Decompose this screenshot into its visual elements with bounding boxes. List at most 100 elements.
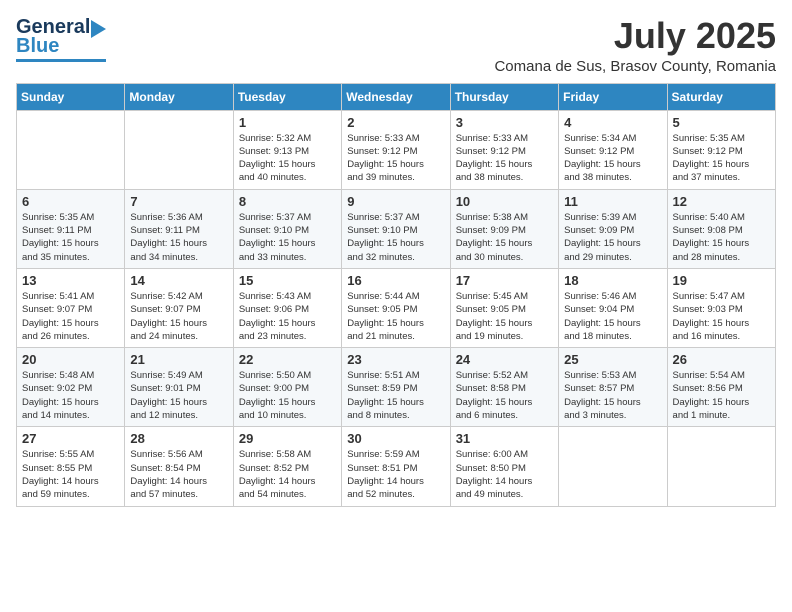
day-info: Sunrise: 5:33 AM Sunset: 9:12 PM Dayligh…	[456, 132, 553, 185]
location: Comana de Sus, Brasov County, Romania	[494, 58, 776, 75]
day-info: Sunrise: 5:49 AM Sunset: 9:01 PM Dayligh…	[130, 369, 227, 422]
day-info: Sunrise: 6:00 AM Sunset: 8:50 PM Dayligh…	[456, 448, 553, 501]
day-info: Sunrise: 5:43 AM Sunset: 9:06 PM Dayligh…	[239, 290, 336, 343]
calendar-cell: 4Sunrise: 5:34 AM Sunset: 9:12 PM Daylig…	[559, 110, 667, 189]
day-info: Sunrise: 5:41 AM Sunset: 9:07 PM Dayligh…	[22, 290, 119, 343]
day-number: 30	[347, 431, 444, 446]
calendar-cell: 29Sunrise: 5:58 AM Sunset: 8:52 PM Dayli…	[233, 427, 341, 506]
day-info: Sunrise: 5:38 AM Sunset: 9:09 PM Dayligh…	[456, 211, 553, 264]
day-number: 5	[673, 115, 770, 130]
logo: General Blue	[16, 16, 106, 62]
calendar-cell: 26 Sunrise: 5:54 AM Sunset: 8:56 PM Dayli…	[667, 348, 775, 427]
calendar-cell: 30 Sunrise: 5:59 AM Sunset: 8:51 PM Dayli…	[342, 427, 450, 506]
day-info: Sunrise: 5:53 AM Sunset: 8:57 PM Dayligh…	[564, 369, 661, 422]
day-number: 12	[673, 194, 770, 209]
day-info: Sunrise: 5:37 AM Sunset: 9:10 PM Dayligh…	[347, 211, 444, 264]
calendar-cell: 24 Sunrise: 5:52 AM Sunset: 8:58 PM Dayli…	[450, 348, 558, 427]
day-info: Sunrise: 5:56 AM Sunset: 8:54 PM Dayligh…	[130, 448, 227, 501]
day-info: Sunrise: 5:51 AM Sunset: 8:59 PM Dayligh…	[347, 369, 444, 422]
calendar-cell: 12 Sunrise: 5:40 AM Sunset: 9:08 PM Dayli…	[667, 189, 775, 268]
day-number: 1	[239, 115, 336, 130]
week-row-1: 1 Sunrise: 5:32 AM Sunset: 9:13 PM Daylig…	[17, 110, 776, 189]
logo-blue: Blue	[16, 35, 59, 58]
day-info: Sunrise: 5:59 AM Sunset: 8:51 PM Dayligh…	[347, 448, 444, 501]
week-row-4: 20Sunrise: 5:48 AM Sunset: 9:02 PM Dayli…	[17, 348, 776, 427]
day-number: 26	[673, 352, 770, 367]
week-row-5: 27 Sunrise: 5:55 AM Sunset: 8:55 PM Dayli…	[17, 427, 776, 506]
calendar-cell: 27 Sunrise: 5:55 AM Sunset: 8:55 PM Dayli…	[17, 427, 125, 506]
week-row-3: 13 Sunrise: 5:41 AM Sunset: 9:07 PM Dayli…	[17, 268, 776, 347]
day-number: 27	[22, 431, 119, 446]
calendar-cell: 28Sunrise: 5:56 AM Sunset: 8:54 PM Dayli…	[125, 427, 233, 506]
calendar-cell: 5Sunrise: 5:35 AM Sunset: 9:12 PM Daylig…	[667, 110, 775, 189]
col-header-monday: Monday	[125, 83, 233, 110]
calendar-cell: 1 Sunrise: 5:32 AM Sunset: 9:13 PM Daylig…	[233, 110, 341, 189]
col-header-saturday: Saturday	[667, 83, 775, 110]
day-info: Sunrise: 5:44 AM Sunset: 9:05 PM Dayligh…	[347, 290, 444, 343]
day-number: 6	[22, 194, 119, 209]
day-number: 15	[239, 273, 336, 288]
calendar-cell: 17Sunrise: 5:45 AM Sunset: 9:05 PM Dayli…	[450, 268, 558, 347]
calendar-cell: 7 Sunrise: 5:36 AM Sunset: 9:11 PM Daylig…	[125, 189, 233, 268]
page-header: General Blue July 2025 Comana de Sus, Br…	[16, 16, 776, 75]
calendar-cell: 2Sunrise: 5:33 AM Sunset: 9:12 PM Daylig…	[342, 110, 450, 189]
calendar-cell: 9 Sunrise: 5:37 AM Sunset: 9:10 PM Daylig…	[342, 189, 450, 268]
day-number: 31	[456, 431, 553, 446]
day-number: 16	[347, 273, 444, 288]
calendar-cell: 10 Sunrise: 5:38 AM Sunset: 9:09 PM Dayli…	[450, 189, 558, 268]
day-info: Sunrise: 5:40 AM Sunset: 9:08 PM Dayligh…	[673, 211, 770, 264]
day-info: Sunrise: 5:46 AM Sunset: 9:04 PM Dayligh…	[564, 290, 661, 343]
col-header-tuesday: Tuesday	[233, 83, 341, 110]
calendar-body: 1 Sunrise: 5:32 AM Sunset: 9:13 PM Daylig…	[17, 110, 776, 506]
day-number: 25	[564, 352, 661, 367]
day-number: 19	[673, 273, 770, 288]
day-info: Sunrise: 5:35 AM Sunset: 9:11 PM Dayligh…	[22, 211, 119, 264]
col-header-friday: Friday	[559, 83, 667, 110]
calendar-cell: 11 Sunrise: 5:39 AM Sunset: 9:09 PM Dayli…	[559, 189, 667, 268]
day-number: 13	[22, 273, 119, 288]
calendar-cell: 18 Sunrise: 5:46 AM Sunset: 9:04 PM Dayli…	[559, 268, 667, 347]
day-info: Sunrise: 5:36 AM Sunset: 9:11 PM Dayligh…	[130, 211, 227, 264]
calendar-cell: 3 Sunrise: 5:33 AM Sunset: 9:12 PM Daylig…	[450, 110, 558, 189]
day-number: 22	[239, 352, 336, 367]
day-info: Sunrise: 5:37 AM Sunset: 9:10 PM Dayligh…	[239, 211, 336, 264]
calendar-cell: 13 Sunrise: 5:41 AM Sunset: 9:07 PM Dayli…	[17, 268, 125, 347]
day-info: Sunrise: 5:39 AM Sunset: 9:09 PM Dayligh…	[564, 211, 661, 264]
day-info: Sunrise: 5:45 AM Sunset: 9:05 PM Dayligh…	[456, 290, 553, 343]
day-number: 7	[130, 194, 227, 209]
day-number: 23	[347, 352, 444, 367]
calendar-cell: 23 Sunrise: 5:51 AM Sunset: 8:59 PM Dayli…	[342, 348, 450, 427]
calendar-cell: 20Sunrise: 5:48 AM Sunset: 9:02 PM Dayli…	[17, 348, 125, 427]
day-number: 29	[239, 431, 336, 446]
day-number: 21	[130, 352, 227, 367]
calendar-cell: 14Sunrise: 5:42 AM Sunset: 9:07 PM Dayli…	[125, 268, 233, 347]
day-number: 2	[347, 115, 444, 130]
calendar-cell: 21 Sunrise: 5:49 AM Sunset: 9:01 PM Dayli…	[125, 348, 233, 427]
calendar-cell: 8 Sunrise: 5:37 AM Sunset: 9:10 PM Daylig…	[233, 189, 341, 268]
calendar-cell	[667, 427, 775, 506]
calendar-cell: 25 Sunrise: 5:53 AM Sunset: 8:57 PM Dayli…	[559, 348, 667, 427]
day-number: 9	[347, 194, 444, 209]
calendar-cell	[125, 110, 233, 189]
day-number: 3	[456, 115, 553, 130]
day-number: 8	[239, 194, 336, 209]
day-number: 18	[564, 273, 661, 288]
day-info: Sunrise: 5:42 AM Sunset: 9:07 PM Dayligh…	[130, 290, 227, 343]
col-header-sunday: Sunday	[17, 83, 125, 110]
month-title: July 2025	[494, 16, 776, 56]
day-info: Sunrise: 5:48 AM Sunset: 9:02 PM Dayligh…	[22, 369, 119, 422]
day-info: Sunrise: 5:54 AM Sunset: 8:56 PM Dayligh…	[673, 369, 770, 422]
day-info: Sunrise: 5:32 AM Sunset: 9:13 PM Dayligh…	[239, 132, 336, 185]
day-info: Sunrise: 5:52 AM Sunset: 8:58 PM Dayligh…	[456, 369, 553, 422]
col-header-wednesday: Wednesday	[342, 83, 450, 110]
day-number: 10	[456, 194, 553, 209]
day-info: Sunrise: 5:55 AM Sunset: 8:55 PM Dayligh…	[22, 448, 119, 501]
day-number: 11	[564, 194, 661, 209]
calendar-cell: 6 Sunrise: 5:35 AM Sunset: 9:11 PM Daylig…	[17, 189, 125, 268]
day-number: 24	[456, 352, 553, 367]
calendar-cell: 22 Sunrise: 5:50 AM Sunset: 9:00 PM Dayli…	[233, 348, 341, 427]
calendar-header-row: SundayMondayTuesdayWednesdayThursdayFrid…	[17, 83, 776, 110]
day-info: Sunrise: 5:50 AM Sunset: 9:00 PM Dayligh…	[239, 369, 336, 422]
calendar-cell	[17, 110, 125, 189]
calendar: SundayMondayTuesdayWednesdayThursdayFrid…	[16, 83, 776, 507]
